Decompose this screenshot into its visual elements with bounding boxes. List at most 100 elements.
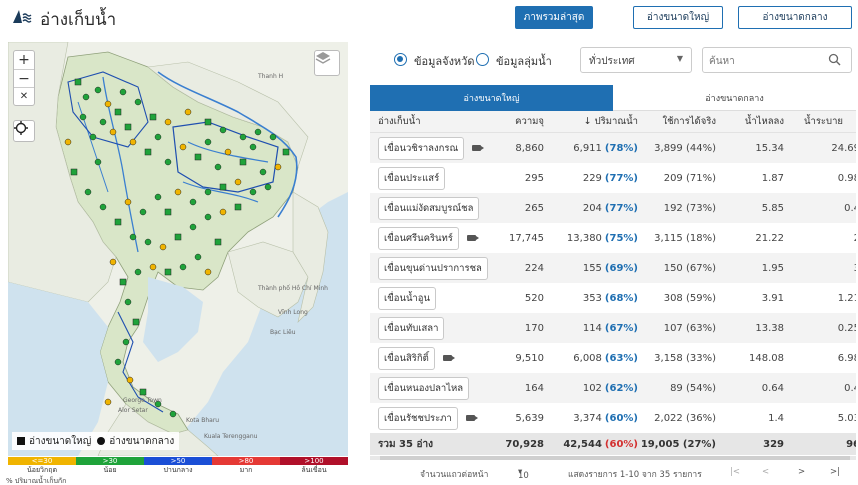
table-row[interactable]: เขื่อนรัชชประภา 5,639 3,374 (60%) 2,022 (36%… xyxy=(370,403,856,433)
reservoir-marker[interactable] xyxy=(174,188,182,196)
reservoir-marker[interactable] xyxy=(114,358,122,366)
search-field[interactable] xyxy=(702,47,852,73)
reservoir-marker[interactable] xyxy=(234,203,242,211)
reservoir-marker[interactable] xyxy=(129,233,137,241)
medium-reservoir-button[interactable]: อ่างขนาดกลาง xyxy=(738,6,852,29)
rows-per-page-select[interactable]: 10 ▾ xyxy=(518,467,529,481)
table-row[interactable]: เขื่อนแม่งัดสมบูรณ์ชล 265 204 (77%) 192 (73%… xyxy=(370,193,856,223)
reservoir-marker[interactable] xyxy=(249,143,257,151)
reservoir-marker[interactable] xyxy=(282,148,290,156)
table-row[interactable]: เขื่อนน้ำอูน 520 353(68%) 308 (59%) 3.91 1.21 xyxy=(370,283,856,313)
reservoir-marker[interactable] xyxy=(119,88,127,96)
table-row[interactable]: เขื่อนวชิราลงกรณ 8,860 6,911 (78%) 3,899 (44… xyxy=(370,133,856,163)
video-camera-icon[interactable] xyxy=(442,355,455,361)
reservoir-marker[interactable] xyxy=(124,123,132,131)
reservoir-marker[interactable] xyxy=(239,158,247,166)
reservoir-name-button[interactable]: เขื่อนทับเสลา xyxy=(378,316,445,340)
table-row[interactable]: เขื่อนหนองปลาไหล 164 102 (62%) 89 (54%) 0.64 0… xyxy=(370,373,856,403)
radio-basin[interactable] xyxy=(476,53,489,66)
reservoir-marker[interactable] xyxy=(114,218,122,226)
reservoir-marker[interactable] xyxy=(134,98,142,106)
col-inflow[interactable]: น้ำไหลลง xyxy=(720,111,784,132)
reservoir-name-button[interactable]: เขื่อนหนองปลาไหล xyxy=(378,376,470,400)
layers-button[interactable] xyxy=(314,50,340,76)
reservoir-marker[interactable] xyxy=(264,183,272,191)
reservoir-name-button[interactable]: เขื่อนศรีนครินทร์ xyxy=(378,226,459,250)
fullscreen-icon[interactable]: ✕ xyxy=(14,87,34,105)
reservoir-marker[interactable] xyxy=(269,133,277,141)
reservoir-marker[interactable] xyxy=(174,233,182,241)
prev-page-button[interactable]: < xyxy=(762,467,769,477)
reservoir-marker[interactable] xyxy=(119,278,127,286)
reservoir-marker[interactable] xyxy=(179,263,187,271)
reservoir-marker[interactable] xyxy=(99,118,107,126)
zoom-out-button[interactable]: − xyxy=(14,69,34,87)
zoom-in-button[interactable]: + xyxy=(14,51,34,69)
reservoir-marker[interactable] xyxy=(204,188,212,196)
col-capacity[interactable]: ความจุ xyxy=(490,111,544,132)
reservoir-marker[interactable] xyxy=(132,318,140,326)
reservoir-marker[interactable] xyxy=(204,268,212,276)
reservoir-marker[interactable] xyxy=(122,338,130,346)
reservoir-marker[interactable] xyxy=(184,108,192,116)
reservoir-marker[interactable] xyxy=(159,243,167,251)
col-volume[interactable]: ↓ ปริมาณน้ำ xyxy=(550,111,638,132)
col-reservoir[interactable]: อ่างเก็บน้ำ xyxy=(378,111,421,132)
reservoir-marker[interactable] xyxy=(194,253,202,261)
table-row[interactable]: เขื่อนสิริกิติ์ 9,510 6,008 (63%) 3,158 (33%… xyxy=(370,343,856,373)
reservoir-marker[interactable] xyxy=(144,148,152,156)
reservoir-marker[interactable] xyxy=(124,298,132,306)
reservoir-name-button[interactable]: เขื่อนรัชชประภา xyxy=(378,406,458,430)
reservoir-marker[interactable] xyxy=(164,268,172,276)
reservoir-marker[interactable] xyxy=(164,118,172,126)
table-row[interactable]: เขื่อนขุนด่านปราการชล 224 155 (69%) 150 (67%… xyxy=(370,253,856,283)
reservoir-marker[interactable] xyxy=(274,163,282,171)
table-row[interactable]: เขื่อนศรีนครินทร์ 17,745 13,380 (75%) 3,115 … xyxy=(370,223,856,253)
reservoir-marker[interactable] xyxy=(149,113,157,121)
reservoir-marker[interactable] xyxy=(204,118,212,126)
reservoir-marker[interactable] xyxy=(164,208,172,216)
reservoir-marker[interactable] xyxy=(154,193,162,201)
reservoir-marker[interactable] xyxy=(70,168,78,176)
reservoir-name-button[interactable]: เขื่อนขุนด่านปราการชล xyxy=(378,256,488,280)
table-row[interactable]: เขื่อนประแสร์ 295 229 (77%) 209 (71%) 1.87 0.9… xyxy=(370,163,856,193)
reservoir-marker[interactable] xyxy=(204,213,212,221)
reservoir-marker[interactable] xyxy=(126,376,134,384)
reservoir-marker[interactable] xyxy=(64,138,72,146)
reservoir-marker[interactable] xyxy=(224,148,232,156)
reservoir-marker[interactable] xyxy=(114,108,122,116)
reservoir-name-button[interactable]: เขื่อนประแสร์ xyxy=(378,166,446,190)
locate-button[interactable] xyxy=(13,120,35,142)
reservoir-marker[interactable] xyxy=(179,143,187,151)
reservoir-marker[interactable] xyxy=(129,138,137,146)
reservoir-marker[interactable] xyxy=(189,198,197,206)
reservoir-marker[interactable] xyxy=(214,238,222,246)
reservoir-marker[interactable] xyxy=(84,188,92,196)
radio-basin-label[interactable]: ข้อมูลลุ่มน้ำ xyxy=(496,52,552,70)
video-camera-icon[interactable] xyxy=(465,415,478,421)
reservoir-marker[interactable] xyxy=(214,163,222,171)
reservoir-marker[interactable] xyxy=(94,86,102,94)
reservoir-marker[interactable] xyxy=(99,203,107,211)
reservoir-marker[interactable] xyxy=(124,198,132,206)
table-row[interactable]: เขื่อนทับเสลา 170 114 (67%) 107 (63%) 13.38 0.… xyxy=(370,313,856,343)
reservoir-map[interactable]: Thanh H Thành phố Hồ Chí Minh Vĩnh Long … xyxy=(8,42,348,456)
reservoir-marker[interactable] xyxy=(74,78,82,86)
reservoir-marker[interactable] xyxy=(109,128,117,136)
reservoir-marker[interactable] xyxy=(154,133,162,141)
next-page-button[interactable]: > xyxy=(798,467,805,477)
reservoir-marker[interactable] xyxy=(134,268,142,276)
radio-province-label[interactable]: ข้อมูลจังหวัด xyxy=(414,52,475,70)
search-icon[interactable] xyxy=(828,53,841,66)
reservoir-marker[interactable] xyxy=(104,100,112,108)
reservoir-marker[interactable] xyxy=(94,158,102,166)
reservoir-marker[interactable] xyxy=(189,223,197,231)
last-page-button[interactable]: >| xyxy=(830,467,840,477)
reservoir-marker[interactable] xyxy=(169,410,177,418)
reservoir-marker[interactable] xyxy=(194,153,202,161)
col-usable[interactable]: ใช้การได้จริง xyxy=(638,111,716,132)
reservoir-marker[interactable] xyxy=(79,113,87,121)
large-reservoir-button[interactable]: อ่างขนาดใหญ่ xyxy=(633,6,723,29)
reservoir-marker[interactable] xyxy=(219,208,227,216)
reservoir-marker[interactable] xyxy=(249,188,257,196)
